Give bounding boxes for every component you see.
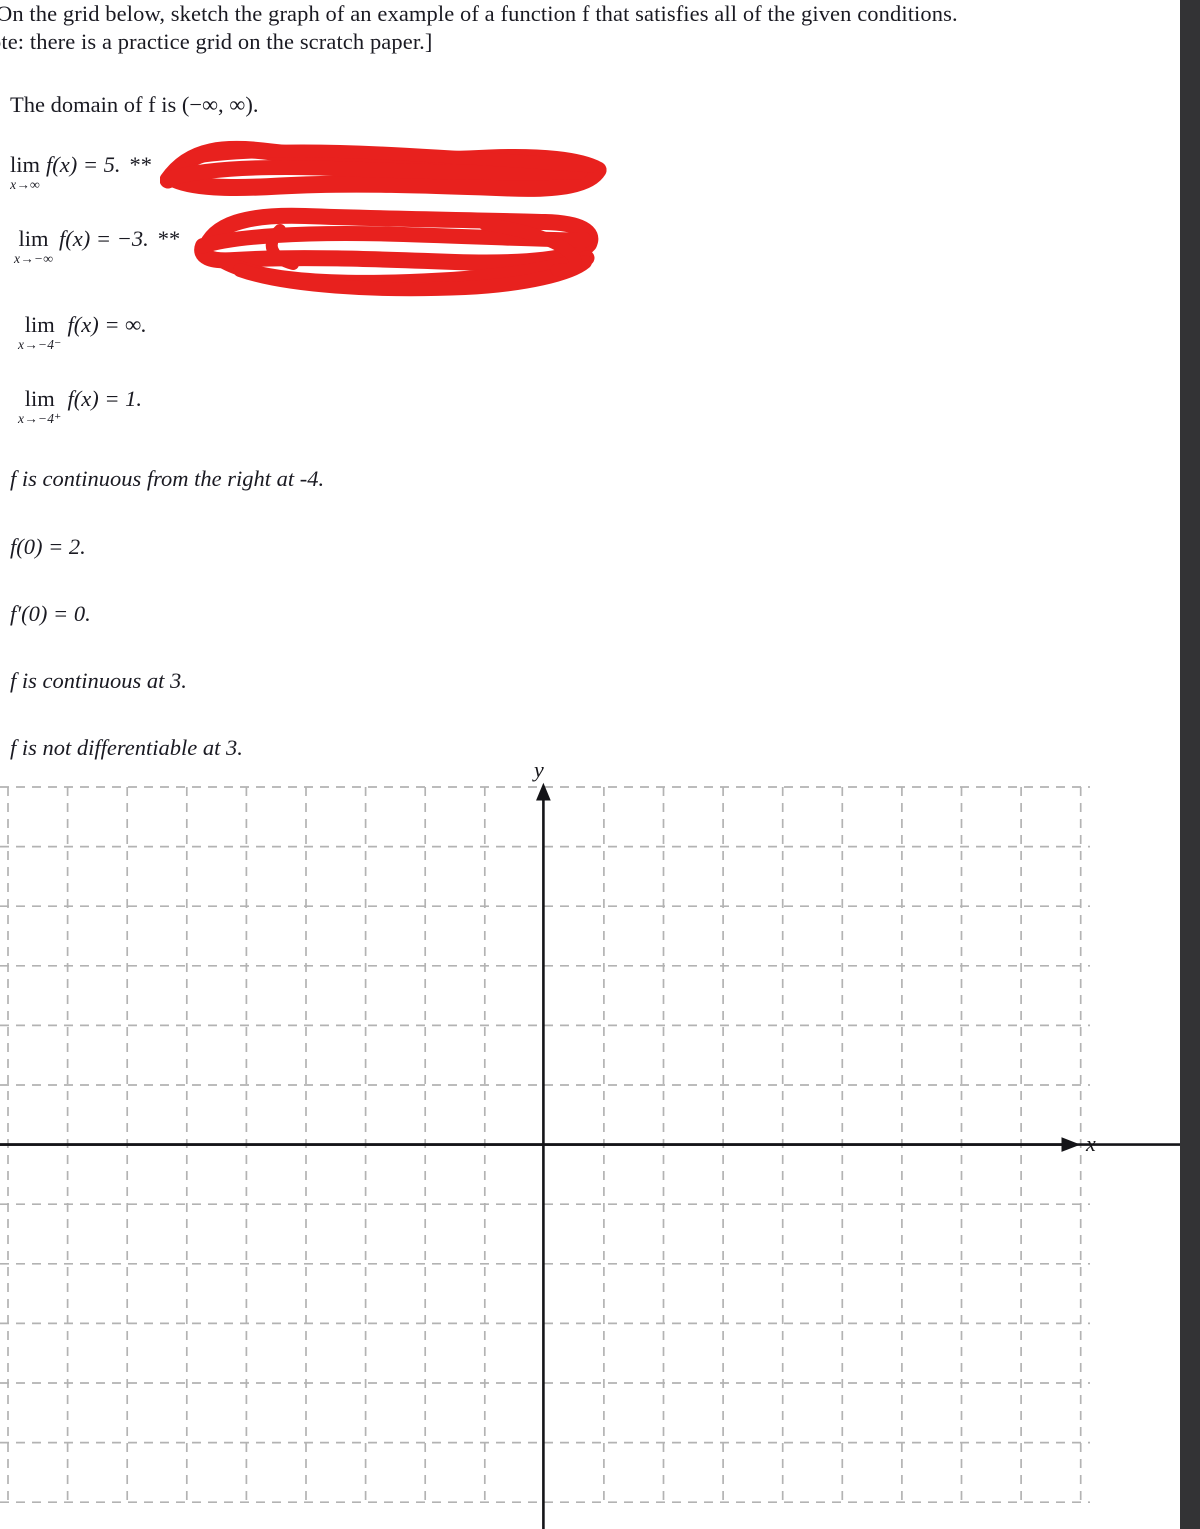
limit-word: lim [18,226,49,251]
condition-fprime-of-zero: f′(0) = 0. [10,601,91,626]
x-axis-arrowhead [1061,1137,1081,1152]
condition-not-differentiable-at-3: f is not differentiable at 3. [10,735,243,760]
limit-subscript: x→−4⁺ [18,410,62,426]
limit-word: lim [10,152,41,177]
limit-subscript: x→−∞ [14,250,54,266]
limit-subscript: x→−4⁻ [18,336,62,352]
condition-limit-plus-infinity: lim x→∞ f(x) = 5. ** [10,152,152,191]
limit-expression: f(x) = 1. [67,386,143,411]
page-outside-background [1180,0,1200,1529]
condition-continuous-right-neg4: f is continuous from the right at -4. [10,466,325,491]
condition-limit-neg4-left: lim x→−4⁻ f(x) = ∞. [18,312,147,351]
limit-operator: lim x→−4⁺ [18,386,62,426]
red-marker-redaction-line-1 [160,140,607,197]
condition-continuous-at-3: f is continuous at 3. [10,668,187,693]
limit-operator: lim x→−∞ [14,226,54,266]
redacted-annotation-start: ** [157,226,181,251]
limit-expression: f(x) = ∞. [67,312,147,337]
coordinate-grid [0,760,1180,1529]
problem-prompt-line-1: On the grid below, sketch the graph of a… [0,1,958,26]
coordinate-grid-svg [0,782,1180,1529]
condition-limit-neg4-right: lim x→−4⁺ f(x) = 1. [18,386,142,425]
limit-word: lim [24,312,55,337]
x-axis-label: x [1086,1131,1096,1156]
limit-word: lim [24,386,55,411]
limit-operator: lim x→−4⁻ [18,312,62,352]
limit-expression: f(x) = −3. [59,226,149,251]
condition-limit-minus-infinity: lim x→−∞ f(x) = −3. ** [14,226,180,265]
redacted-annotation-start: ** [129,152,153,177]
condition-f-of-zero: f(0) = 2. [10,534,86,559]
domain-statement: The domain of f is (−∞, ∞). [10,92,259,117]
y-axis-label: y [534,757,544,782]
limit-operator: lim x→∞ [10,152,41,192]
axes [0,782,1180,1529]
limit-expression: f(x) = 5. [46,152,121,177]
red-marker-redaction-line-2 [194,207,599,297]
problem-prompt-line-2: ote: there is a practice grid on the scr… [0,29,433,54]
page-sheet: On the grid below, sketch the graph of a… [0,0,1180,1529]
limit-subscript: x→∞ [10,176,40,192]
